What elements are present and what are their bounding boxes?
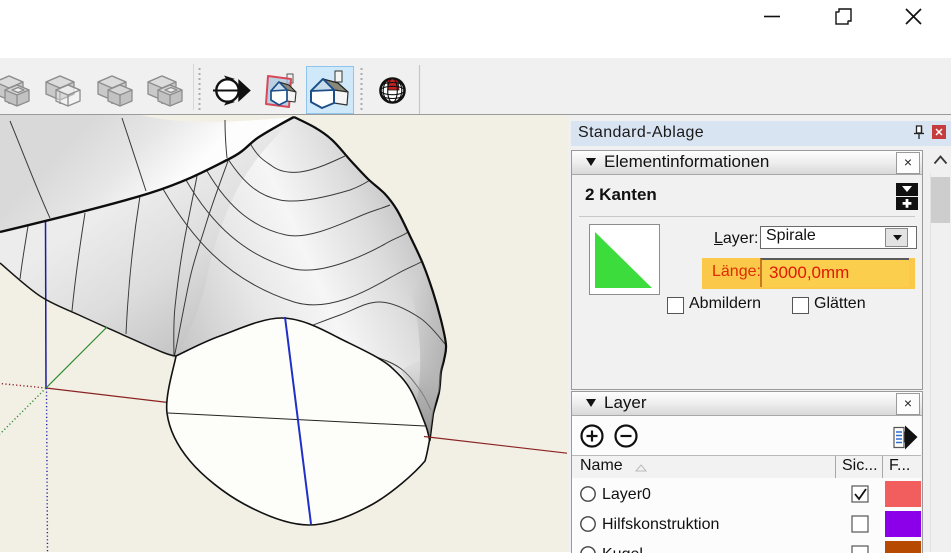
svg-text:Hilfskonstruktion: Hilfskonstruktion [602, 516, 719, 533]
svg-text:Layer0: Layer0 [602, 486, 651, 503]
